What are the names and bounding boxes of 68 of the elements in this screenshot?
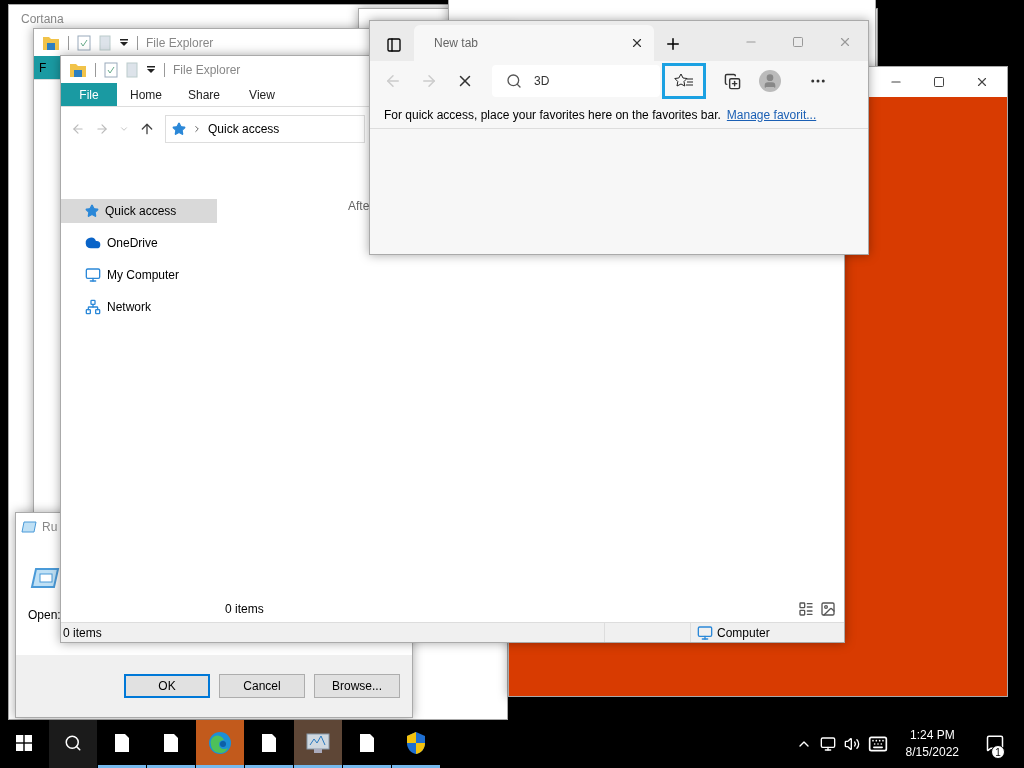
address-bar[interactable]: 3D	[492, 65, 660, 97]
new-tab-icon[interactable]	[664, 35, 682, 53]
taskbar-app[interactable]	[294, 720, 342, 768]
dialog-button[interactable]: Browse...	[314, 674, 400, 698]
computer-icon	[85, 267, 101, 283]
manage-favorites-link[interactable]: Manage favorit...	[726, 107, 817, 122]
open-label: Open:	[28, 608, 61, 622]
clock[interactable]: 1:24 PM 8/15/2022	[905, 727, 959, 761]
dropdown-icon[interactable]	[119, 37, 129, 48]
close-tab-icon[interactable]	[630, 36, 644, 50]
details-view-icon[interactable]	[798, 601, 814, 617]
ribbon-tab[interactable]: View	[233, 83, 291, 106]
window-title: Cortana	[21, 11, 64, 26]
nav-item[interactable]: Quick access	[61, 199, 217, 223]
browser-logo-icon	[208, 730, 232, 755]
run-icon	[21, 521, 37, 533]
chevron-icon	[192, 124, 202, 134]
volume-icon[interactable]	[843, 736, 860, 752]
notification-badge: 1	[991, 745, 1005, 759]
address-bar[interactable]: Quick access	[165, 115, 365, 143]
shield-icon	[405, 730, 427, 755]
star-icon	[85, 204, 99, 218]
nav-item[interactable]: My Computer	[61, 263, 217, 287]
tab-actions-button[interactable]	[386, 37, 402, 53]
document-icon	[114, 732, 130, 753]
up-icon[interactable]	[139, 121, 155, 137]
browser-tab[interactable]: New tab	[414, 25, 654, 61]
address-text: 3D	[534, 74, 550, 88]
favorites-bar-message: For quick access, place your favorites here on the favorites bar.	[384, 107, 721, 122]
ribbon-tab[interactable]: Home	[117, 83, 175, 106]
close-icon[interactable]	[975, 75, 989, 89]
search-icon	[506, 73, 522, 89]
nav-item[interactable]: OneDrive	[61, 231, 217, 255]
cloud-icon	[85, 235, 101, 251]
document-icon	[261, 732, 277, 753]
dropdown-icon[interactable]	[146, 64, 156, 75]
keyboard-icon[interactable]	[867, 734, 888, 754]
maximize-icon[interactable]	[933, 76, 945, 88]
search-icon	[64, 733, 82, 752]
dialog-button[interactable]: Cancel	[219, 674, 305, 698]
window-title: File Explorer	[146, 35, 214, 50]
tab-title: New tab	[434, 36, 480, 50]
windows-logo-icon	[16, 734, 32, 751]
favorites-icon	[674, 73, 694, 89]
ribbon-tab[interactable]: F	[34, 56, 61, 79]
ribbon-tab[interactable]: Share	[175, 83, 233, 106]
search-button[interactable]	[49, 720, 97, 768]
content-text: Afte	[348, 199, 371, 213]
computer-icon	[697, 624, 713, 641]
document-icon	[163, 732, 179, 753]
folder-icon	[69, 61, 87, 78]
status-text: 0 items	[63, 625, 102, 640]
profile-icon[interactable]	[759, 70, 781, 92]
collections-icon[interactable]	[724, 72, 741, 90]
item-count: 0 items	[225, 602, 264, 616]
nav-item[interactable]: Network	[61, 295, 217, 319]
folder-icon	[42, 34, 60, 51]
notifications-button[interactable]: 1	[977, 720, 1013, 768]
window-title: File Explorer	[173, 62, 241, 77]
tiles-view-icon[interactable]	[820, 601, 836, 617]
window-title: Ru	[42, 520, 58, 534]
star-icon	[172, 122, 186, 136]
monitor-chart-icon	[305, 730, 331, 755]
favorites-button[interactable]	[662, 63, 706, 99]
status-text: Computer	[717, 625, 770, 640]
dialog-button[interactable]: OK	[124, 674, 210, 698]
address-text: Quick access	[208, 122, 280, 136]
document-icon	[359, 732, 375, 753]
